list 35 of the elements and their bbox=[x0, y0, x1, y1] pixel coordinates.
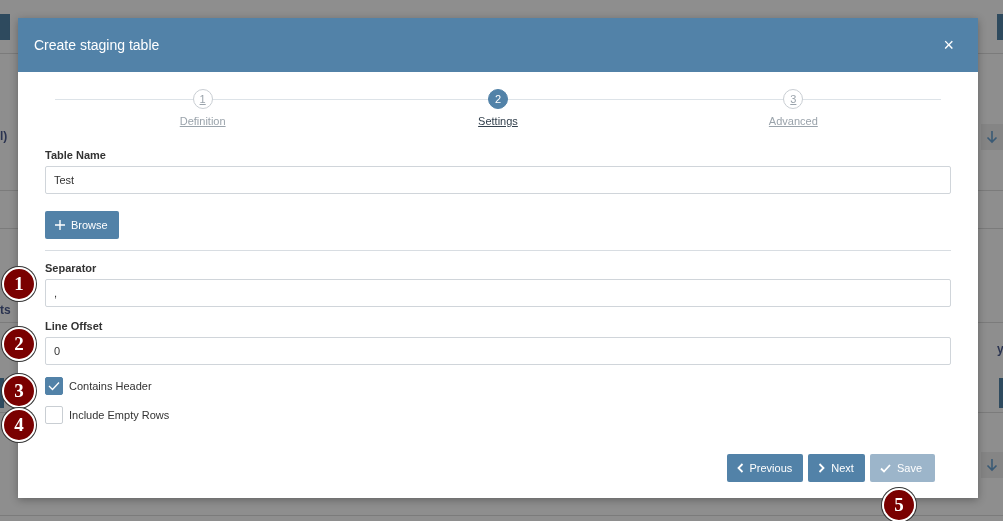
step-number[interactable]: 1 bbox=[192, 89, 213, 109]
annotation-marker: 3 bbox=[2, 374, 36, 408]
chevron-right-icon bbox=[818, 463, 826, 473]
step-link[interactable]: Advanced bbox=[768, 115, 818, 127]
step-link[interactable]: Definition bbox=[179, 115, 226, 127]
checkbox[interactable] bbox=[45, 377, 63, 395]
field-label: Table Name bbox=[45, 149, 107, 161]
page-tag bbox=[999, 378, 1003, 408]
annotation-marker: 1 bbox=[2, 267, 36, 301]
annotation-marker: 4 bbox=[2, 408, 36, 442]
checkbox-label: Contains Header bbox=[69, 380, 152, 392]
step-number[interactable]: 3 bbox=[783, 89, 804, 109]
field-label: Line Offset bbox=[45, 320, 104, 332]
field-label: Separator bbox=[45, 262, 98, 274]
page-text: ts bbox=[0, 303, 11, 317]
step-number[interactable]: 2 bbox=[488, 89, 508, 109]
page-text: y bbox=[997, 342, 1003, 356]
page-text: l) bbox=[0, 129, 8, 143]
check-icon bbox=[48, 381, 60, 391]
plus-icon bbox=[55, 220, 65, 230]
browse-button[interactable]: Browse bbox=[45, 211, 119, 239]
chevron-left-icon bbox=[736, 463, 744, 473]
dialog-title: Create staging table bbox=[34, 37, 160, 53]
input-field[interactable]: , bbox=[45, 279, 951, 307]
check-icon bbox=[879, 463, 891, 473]
close-button[interactable]: × bbox=[939, 34, 958, 56]
annotation-marker: 2 bbox=[2, 327, 36, 361]
next-button[interactable]: Next bbox=[808, 454, 865, 482]
input-field[interactable]: 0 bbox=[45, 337, 951, 365]
checkbox-label: Include Empty Rows bbox=[69, 409, 170, 421]
step-link[interactable]: Settings bbox=[478, 115, 518, 127]
input-field[interactable]: Test bbox=[45, 166, 951, 194]
checkbox[interactable] bbox=[45, 406, 63, 424]
previous-button[interactable]: Previous bbox=[726, 454, 804, 482]
annotation-marker: 5 bbox=[881, 488, 916, 521]
